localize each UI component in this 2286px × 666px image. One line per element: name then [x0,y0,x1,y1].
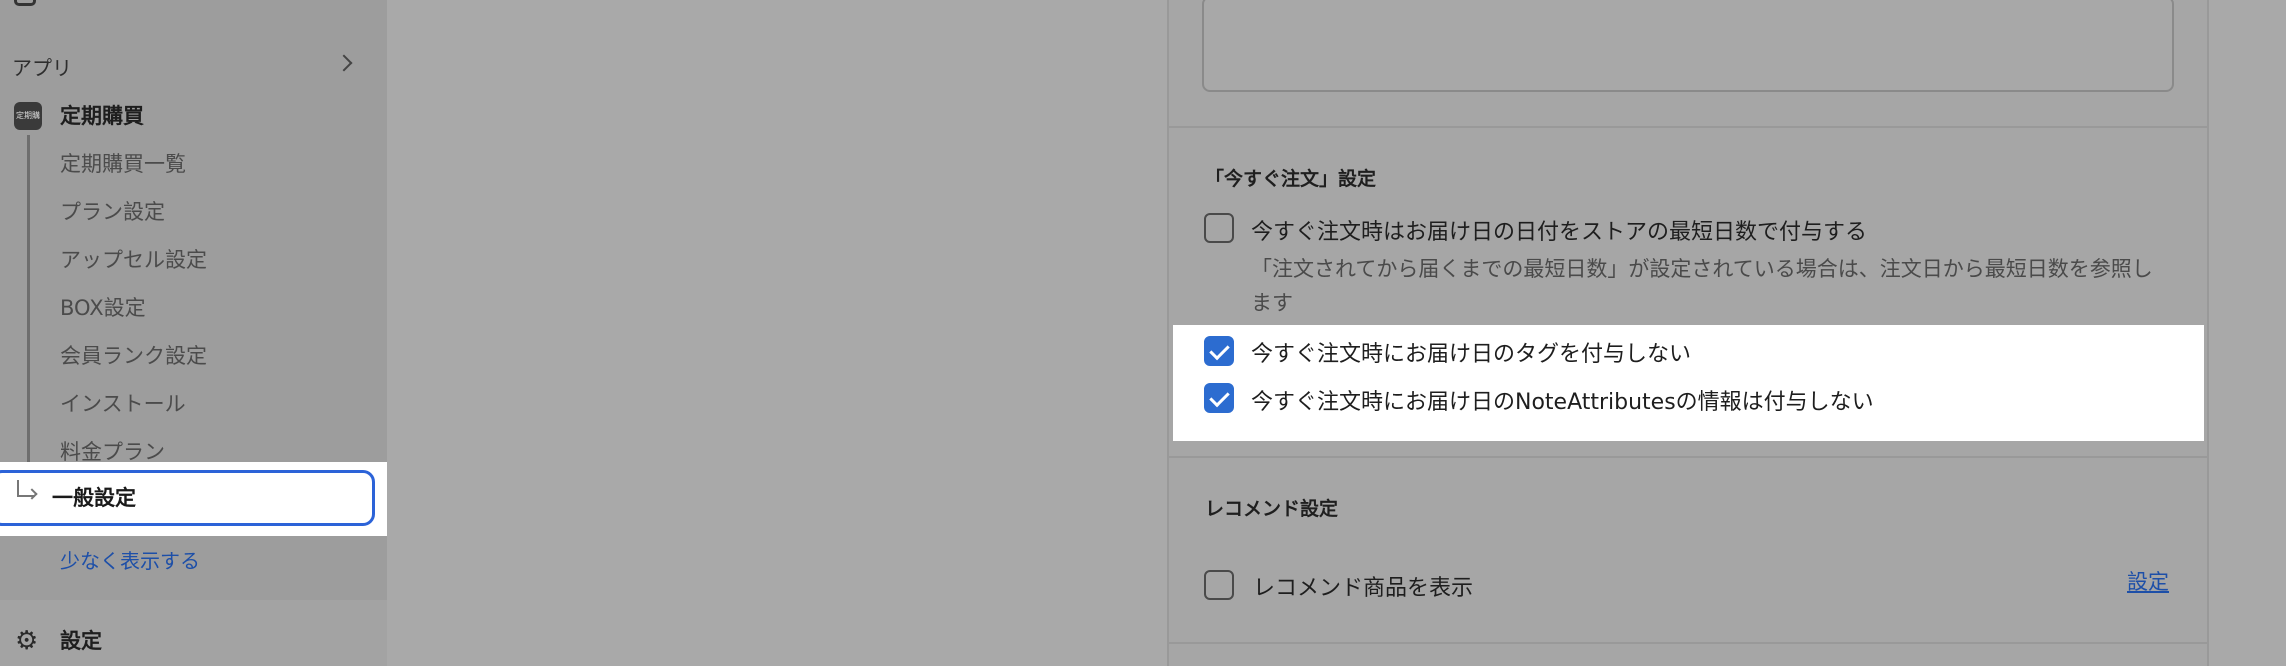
gear-icon: ⚙ [15,626,39,656]
sidebar-item-subscription-list[interactable]: 定期購買一覧 [60,148,186,178]
no-delivery-tag-checkbox[interactable] [1204,336,1234,366]
recommend-section-title: レコメンド設定 [1205,498,1339,520]
apps-section-label: アプリ [12,56,72,80]
section-divider [1169,642,2207,644]
settings-row [0,600,387,666]
sidebar-item-plan-settings[interactable]: プラン設定 [60,196,165,226]
sidebar-app-subscription[interactable]: 定期購買 [60,100,144,130]
sidebar-item-box-settings[interactable]: BOX設定 [60,292,146,322]
tree-arrow-icon [17,480,19,496]
no-delivery-tag-label: 今すぐ注文時にお届け日のタグを付与しない [1251,342,1692,367]
order-now-min-days-help: 「注文されてから届くまでの最短日数」が設定されている場合は、注文日から最短日数を… [1251,257,2153,315]
sidebar: アプリ 定期購買 定期購買 定期購買一覧 プラン設定 アップセル設定 BOX設定… [0,0,387,666]
recommend-products-checkbox[interactable] [1204,570,1234,600]
text-area-field[interactable] [1202,0,2174,92]
tree-line [27,135,30,475]
sidebar-item-member-rank-settings[interactable]: 会員ランク設定 [60,340,207,370]
section-divider [1169,456,2207,458]
sidebar-item-settings[interactable]: 設定 [60,625,102,655]
section-divider [1169,126,2207,128]
sidebar-item-upsell-settings[interactable]: アップセル設定 [60,244,207,274]
subscription-app-icon: 定期購買 [14,102,42,130]
order-now-min-days-checkbox[interactable] [1204,213,1234,243]
no-note-attributes-checkbox[interactable] [1204,383,1234,413]
order-now-min-days-label: 今すぐ注文時はお届け日の日付をストアの最短日数で付与する [1251,220,1868,245]
recommend-settings-link[interactable]: 設定 [2127,566,2169,596]
sidebar-item-install[interactable]: インストール [60,388,186,418]
no-note-attributes-label: 今すぐ注文時にお届け日のNoteAttributesの情報は付与しない [1251,390,1874,415]
order-now-section-title: 「今すぐ注文」設定 [1205,168,1377,190]
recommend-products-label: レコメンド商品を表示 [1253,576,1474,601]
chevron-right-icon[interactable] [335,54,353,72]
show-less-link[interactable]: 少なく表示する [60,545,200,574]
sidebar-item-general-settings-label: 一般設定 [52,486,136,510]
nav-icon-partial [14,0,36,6]
